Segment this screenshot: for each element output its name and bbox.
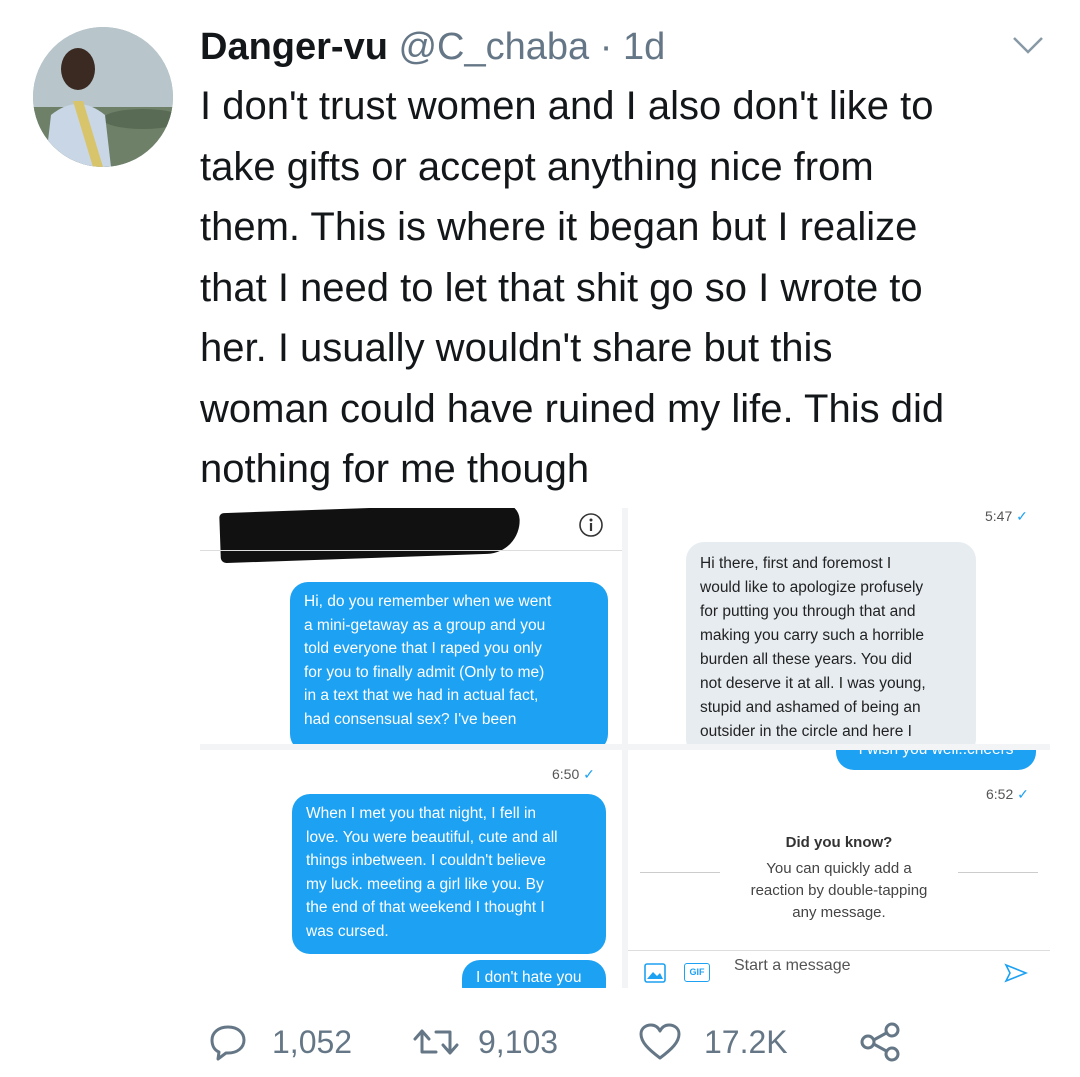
message-line: told everyone that I raped you only — [304, 640, 542, 657]
gif-label: GIF — [689, 967, 705, 977]
message-bubble-received: Hi there, first and foremost I would lik… — [686, 542, 976, 744]
tweet-actions: 1,052 9,103 17.2K — [200, 1014, 1060, 1070]
message-bubble-sent: I wish you well..cheers — [836, 750, 1036, 770]
like-count: 17.2K — [704, 1023, 788, 1060]
tweet-text-line: her. I usually wouldn't share but this — [200, 326, 833, 370]
reply-count: 1,052 — [272, 1023, 353, 1060]
tip-body: You can quickly add a reaction by double… — [628, 858, 1050, 924]
gif-icon: GIF — [684, 963, 710, 982]
message-composer: GIF Start a message — [628, 950, 1050, 988]
tweet-text-line: take gifts or accept anything nice from — [200, 144, 874, 189]
media-image-2[interactable]: 5:47 ✓ Hi there, first and foremost I wo… — [628, 508, 1050, 744]
message-line: When I met you that night, I fell in — [306, 805, 537, 822]
message-line: the end of that weekend I thought I — [306, 899, 545, 916]
divider — [200, 550, 622, 551]
reply-button[interactable]: 1,052 — [208, 1014, 352, 1070]
media-image-4[interactable]: I wish you well..cheers 6:52 ✓ Did you k… — [628, 750, 1050, 988]
tip-line: reaction by double-tapping — [750, 882, 928, 899]
image-icon — [644, 963, 666, 983]
retweet-count: 9,103 — [478, 1023, 559, 1060]
time-text: 6:52 — [986, 786, 1014, 802]
message-bubble-sent: When I met you that night, I fell in lov… — [292, 794, 606, 954]
message-line: making you carry such a horrible — [700, 627, 924, 644]
send-icon — [1004, 963, 1028, 983]
message-line: was cursed. — [306, 922, 389, 940]
message-line: my luck. meeting a girl like you. By — [306, 875, 544, 893]
message-bubble-sent: Hi, do you remember when we went a mini-… — [290, 582, 608, 744]
message-line: stupid and ashamed of being an — [700, 699, 921, 716]
retweet-button[interactable]: 9,103 — [412, 1014, 558, 1070]
redaction-mark — [219, 508, 521, 564]
tweet-text: I don't trust women and I also don't lik… — [200, 76, 1060, 500]
message-line: I don't hate you — [476, 969, 582, 986]
message-timestamp: 5:47 ✓ — [985, 508, 1028, 525]
dot-separator: · — [599, 26, 613, 68]
message-line: in a text that we had in actual fact, — [304, 687, 539, 704]
message-line: I wish you well..cheers — [858, 750, 1013, 758]
like-button[interactable]: 17.2K — [638, 1014, 788, 1070]
handle[interactable]: @C_chaba — [398, 26, 589, 68]
message-line: for you to finally admit (Only to me) — [304, 663, 545, 681]
message-line: had consensual sex? I've been — [304, 710, 517, 728]
media-image-3[interactable]: 6:50 ✓ When I met you that night, I fell… — [200, 750, 622, 988]
message-line: things inbetween. I couldn't believe — [306, 852, 546, 869]
tweet-text-line: woman could have ruined my life. This di… — [200, 386, 945, 431]
reply-icon — [210, 1025, 246, 1061]
avatar-image — [33, 27, 173, 167]
heart-icon — [639, 1023, 681, 1060]
message-line: a mini-getaway as a group and you — [304, 616, 546, 634]
message-line: would like to apologize profusely — [700, 579, 924, 596]
chevron-down-icon[interactable] — [1010, 33, 1046, 57]
retweet-icon — [413, 1029, 459, 1055]
media-image-1[interactable]: Hi, do you remember when we went a mini-… — [200, 508, 622, 744]
message-line: burden all these years. You did — [700, 651, 912, 668]
message-line: love. You were beautiful, cute and all — [306, 828, 558, 846]
time-text: 6:50 — [552, 766, 580, 782]
message-timestamp: 6:52 ✓ — [986, 786, 1029, 803]
media-grid[interactable]: Hi, do you remember when we went a mini-… — [200, 508, 1050, 988]
tweet-age[interactable]: 1d — [623, 26, 665, 68]
tip-line: You can quickly add a — [766, 860, 912, 877]
message-line: outsider in the circle and here I — [700, 723, 912, 740]
message-line: Hi, do you remember when we went — [304, 593, 552, 610]
message-line: not deserve it at all. I was young, — [700, 675, 926, 692]
check-icon: ✓ — [1017, 786, 1029, 802]
message-line: Hi there, first and foremost I — [700, 555, 892, 572]
avatar[interactable] — [33, 27, 173, 167]
tweet-text-line: them. This is where it began but I reali… — [200, 205, 918, 249]
display-name[interactable]: Danger-vu — [200, 26, 388, 68]
message-bubble-sent: I don't hate you — [462, 960, 606, 988]
check-icon: ✓ — [1016, 508, 1028, 524]
tweet-header: Danger-vu @C_chaba · 1d — [200, 22, 665, 72]
grid-gutter — [200, 744, 1050, 750]
tweet-text-line: I don't trust women and I also don't lik… — [200, 84, 934, 128]
check-icon: ✓ — [583, 766, 595, 782]
message-line: for putting you through that and — [700, 603, 916, 620]
composer-placeholder: Start a message — [734, 957, 851, 974]
share-button[interactable] — [858, 1014, 902, 1070]
share-icon — [860, 1022, 900, 1062]
tip-title: Did you know? — [785, 834, 893, 851]
time-text: 5:47 — [985, 508, 1013, 524]
tip-line: any message. — [792, 904, 886, 921]
tweet-text-line: nothing for me though — [200, 447, 590, 491]
tweet-text-line: that I need to let that shit go so I wro… — [200, 265, 923, 310]
message-timestamp: 6:50 ✓ — [552, 766, 595, 783]
info-icon — [579, 513, 603, 537]
